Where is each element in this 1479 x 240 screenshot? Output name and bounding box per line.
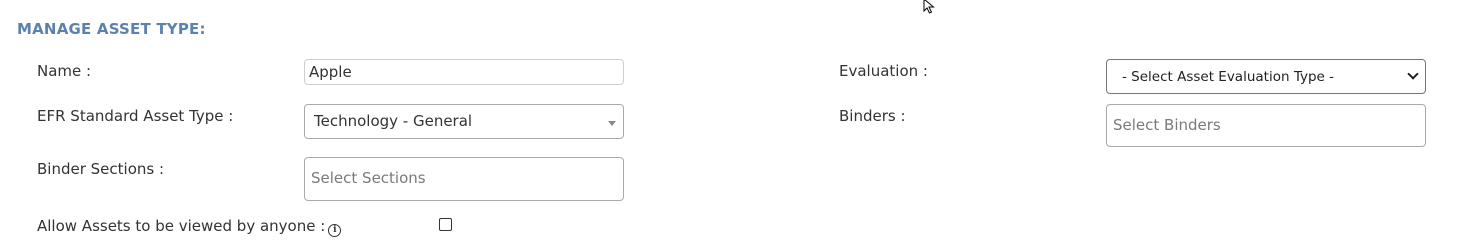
chevron-down-icon <box>1407 68 1419 80</box>
name-label: Name : <box>37 62 92 80</box>
allow-assets-viewed-checkbox[interactable] <box>439 218 452 231</box>
efr-standard-asset-type-value: Technology - General <box>314 112 473 130</box>
binders-placeholder: Select Binders <box>1113 116 1221 134</box>
binders-multiselect[interactable]: Select Binders <box>1106 104 1426 147</box>
efr-standard-asset-type-select[interactable]: Technology - General <box>304 104 624 139</box>
evaluation-select-value: - Select Asset Evaluation Type - <box>1122 69 1334 85</box>
allow-assets-viewed-label-text: Allow Assets to be viewed by anyone : <box>37 217 326 235</box>
section-title: MANAGE ASSET TYPE: <box>17 20 206 38</box>
caret-down-icon <box>608 121 616 126</box>
mouse-cursor-icon <box>923 0 935 14</box>
info-icon[interactable]: i <box>328 224 342 237</box>
name-input[interactable]: Apple <box>304 59 624 85</box>
binder-sections-multiselect[interactable]: Select Sections <box>304 157 624 201</box>
binder-sections-label: Binder Sections : <box>37 160 165 178</box>
allow-assets-viewed-label: Allow Assets to be viewed by anyone :i <box>37 217 342 237</box>
binders-label: Binders : <box>839 107 906 125</box>
binder-sections-placeholder: Select Sections <box>311 169 426 187</box>
manage-asset-type-form: MANAGE ASSET TYPE: Name : Apple EFR Stan… <box>0 0 1479 240</box>
evaluation-label: Evaluation : <box>839 62 928 80</box>
efr-standard-asset-type-label: EFR Standard Asset Type : <box>37 107 234 125</box>
evaluation-select[interactable]: - Select Asset Evaluation Type - <box>1106 59 1426 94</box>
name-input-value: Apple <box>309 63 352 81</box>
